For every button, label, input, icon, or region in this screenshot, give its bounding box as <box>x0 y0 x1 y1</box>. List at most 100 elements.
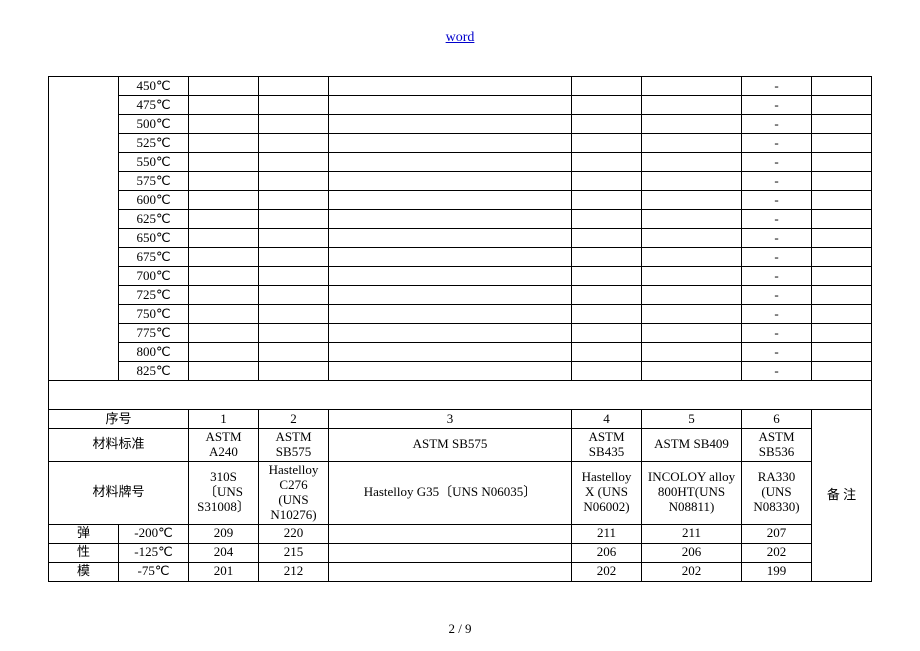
dash-cell: - <box>742 343 812 362</box>
value-cell <box>642 362 742 381</box>
value-cell <box>812 96 872 115</box>
temp-cell: 525℃ <box>119 134 189 153</box>
temp-cell: 700℃ <box>119 267 189 286</box>
value-cell <box>329 77 572 96</box>
temp-cell: 775℃ <box>119 324 189 343</box>
group-stub <box>49 77 119 381</box>
value-cell: ASTM SB575 <box>259 429 329 462</box>
value-cell <box>259 324 329 343</box>
value-cell <box>642 248 742 267</box>
value-cell: Hastelloy C276 (UNS N10276) <box>259 461 329 524</box>
table-row: 775℃ - <box>49 324 872 343</box>
value-cell: ASTM SB435 <box>572 429 642 462</box>
value-cell <box>329 134 572 153</box>
value-cell <box>642 115 742 134</box>
value-cell: 3 <box>329 410 572 429</box>
value-cell <box>572 324 642 343</box>
value-cell <box>189 96 259 115</box>
temp-cell: 500℃ <box>119 115 189 134</box>
value-cell: 4 <box>572 410 642 429</box>
value-cell <box>189 115 259 134</box>
value-cell <box>329 524 572 543</box>
value-cell <box>812 229 872 248</box>
table-row: 750℃- <box>49 305 872 324</box>
value-cell <box>329 286 572 305</box>
value-cell <box>572 305 642 324</box>
value-cell <box>329 343 572 362</box>
value-cell <box>259 362 329 381</box>
group-label-char: 模 <box>49 562 119 581</box>
temp-cell: 675℃ <box>119 248 189 267</box>
value-cell <box>259 191 329 210</box>
value-cell <box>329 153 572 172</box>
value-cell <box>812 77 872 96</box>
temp-cell: 450℃ <box>119 77 189 96</box>
table-row: 625℃- <box>49 210 872 229</box>
table-row: 550℃- <box>49 153 872 172</box>
table-row: 700℃- <box>49 267 872 286</box>
value-cell <box>189 77 259 96</box>
value-cell <box>329 191 572 210</box>
value-cell <box>329 96 572 115</box>
header-link[interactable]: word <box>0 30 920 46</box>
value-cell <box>812 343 872 362</box>
dash-cell: - <box>742 305 812 324</box>
value-cell <box>812 248 872 267</box>
table-row: 575℃ - <box>49 172 872 191</box>
value-cell: ASTM SB575 <box>329 429 572 462</box>
row-label: 材料标准 <box>49 429 189 462</box>
value-cell: 220 <box>259 524 329 543</box>
value-cell <box>329 172 572 191</box>
value-cell <box>572 153 642 172</box>
value-cell <box>642 343 742 362</box>
value-cell <box>812 324 872 343</box>
value-cell <box>259 134 329 153</box>
table-row: 500℃- <box>49 115 872 134</box>
table-row: 序号123456备 注 <box>49 410 872 429</box>
table-row: 600℃- <box>49 191 872 210</box>
value-cell <box>259 267 329 286</box>
value-cell: 202 <box>642 562 742 581</box>
value-cell <box>189 191 259 210</box>
value-cell: INCOLOY alloy 800HT(UNS N08811) <box>642 461 742 524</box>
value-cell <box>812 191 872 210</box>
row-label: 材料牌号 <box>49 461 189 524</box>
value-cell: ASTM A240 <box>189 429 259 462</box>
value-cell <box>189 172 259 191</box>
table-row: 模-75℃201212202202199 <box>49 562 872 581</box>
temp-cell: -75℃ <box>119 562 189 581</box>
value-cell <box>572 96 642 115</box>
group-label-char: 弹 <box>49 524 119 543</box>
dash-cell: - <box>742 153 812 172</box>
temp-cell: 575℃ <box>119 172 189 191</box>
value-cell <box>572 229 642 248</box>
value-cell <box>259 343 329 362</box>
page-footer: 2 / 9 <box>0 621 920 637</box>
value-cell <box>259 248 329 267</box>
value-cell <box>259 153 329 172</box>
table-row: 475℃- <box>49 96 872 115</box>
value-cell: Hastelloy G35〔UNS N06035〕 <box>329 461 572 524</box>
value-cell <box>259 229 329 248</box>
dash-cell: - <box>742 172 812 191</box>
temp-cell: 600℃ <box>119 191 189 210</box>
value-cell <box>572 77 642 96</box>
value-cell <box>642 96 742 115</box>
dash-cell: - <box>742 324 812 343</box>
value-cell <box>572 362 642 381</box>
value-cell: 209 <box>189 524 259 543</box>
dash-cell: - <box>742 248 812 267</box>
value-cell: ASTM SB536 <box>742 429 812 462</box>
value-cell <box>189 229 259 248</box>
value-cell <box>329 248 572 267</box>
temp-cell: 475℃ <box>119 96 189 115</box>
value-cell: 206 <box>572 543 642 562</box>
value-cell: 2 <box>259 410 329 429</box>
value-cell <box>572 343 642 362</box>
value-cell: 310S〔UNS S31008〕 <box>189 461 259 524</box>
value-cell <box>189 210 259 229</box>
value-cell: 201 <box>189 562 259 581</box>
dash-cell: - <box>742 77 812 96</box>
temp-cell: 800℃ <box>119 343 189 362</box>
value-cell <box>189 248 259 267</box>
